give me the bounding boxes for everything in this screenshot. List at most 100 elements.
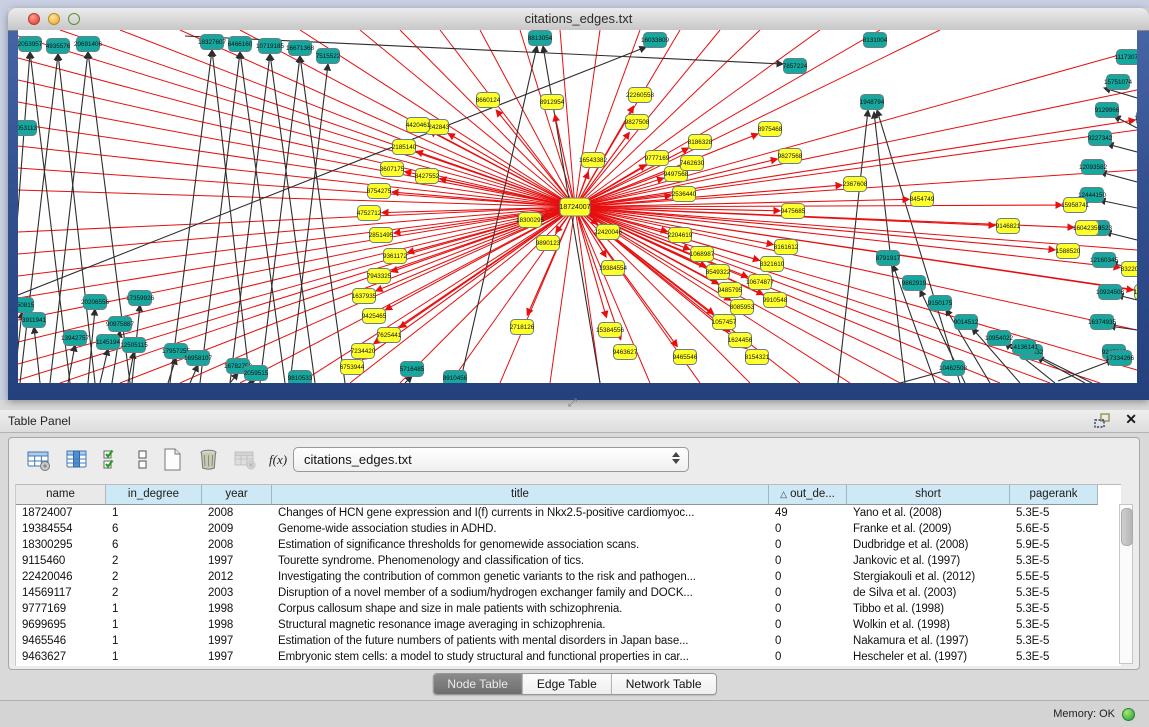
graph-node[interactable]: 1948794	[860, 95, 885, 110]
graph-node[interactable]: 9862919	[902, 276, 927, 291]
graph-node[interactable]: 18724007	[559, 198, 590, 216]
graph-node[interactable]: 8454749	[910, 192, 935, 207]
graph-node[interactable]: 8910456	[443, 371, 468, 384]
clear-selection-button[interactable]	[127, 444, 157, 474]
graph-node[interactable]: 19384554	[599, 261, 628, 276]
new-column-button[interactable]	[157, 444, 187, 474]
table-row[interactable]: 2242004622012Investigating the contribut…	[16, 569, 1121, 585]
delete-column-button[interactable]	[193, 444, 223, 474]
graph-node[interactable]: 1362628	[1134, 285, 1137, 300]
graph-node[interactable]: 9485795	[718, 283, 743, 298]
graph-node[interactable]: 18300295	[516, 213, 545, 228]
graph-node[interactable]: 9827568	[778, 149, 803, 164]
graph-node[interactable]: 8549322	[706, 265, 731, 280]
graph-node[interactable]: 6753944	[340, 360, 365, 375]
column-header-short[interactable]: short	[847, 485, 1010, 505]
graph-node[interactable]: 20206556	[81, 295, 110, 310]
graph-node[interactable]: 9361172	[383, 249, 408, 264]
graph-node[interactable]: 18327607	[198, 35, 227, 50]
tab-network-table[interactable]: Network Table	[612, 674, 716, 694]
graph-node[interactable]: 10924508	[1096, 285, 1125, 300]
graph-node[interactable]: 13942757	[61, 331, 90, 346]
table-row[interactable]: 946554611997Estimation of the future num…	[16, 633, 1121, 649]
tab-node-table[interactable]: Node Table	[433, 674, 523, 694]
column-header-in_degree[interactable]: in_degree	[106, 485, 202, 505]
graph-node[interactable]: 6466160	[228, 37, 253, 52]
graph-node[interactable]: 9890123	[536, 236, 561, 251]
graph-node[interactable]: 12505115	[120, 338, 148, 353]
graph-node[interactable]: 11325419	[1134, 111, 1137, 126]
graph-node[interactable]: 3911941	[22, 313, 47, 328]
graph-node[interactable]: 8813054	[528, 31, 553, 46]
graph-node[interactable]: 9910548	[763, 293, 788, 308]
graph-node[interactable]: 16958107	[184, 351, 213, 366]
graph-node[interactable]: 8085953	[730, 300, 755, 315]
table-scrollbar[interactable]	[1119, 504, 1133, 664]
graph-node[interactable]: 9465546	[673, 350, 698, 365]
graph-node[interactable]: 1624456	[728, 333, 753, 348]
graph-node[interactable]: 9827508	[625, 115, 650, 130]
graph-node[interactable]: 9146821	[996, 219, 1021, 234]
graph-node[interactable]: 1068987	[690, 247, 715, 262]
table-row[interactable]: 946362711997Embryonic stem cells: a mode…	[16, 649, 1121, 665]
table-row[interactable]: 977716911998Corpus callosum shape and si…	[16, 601, 1121, 617]
table-row[interactable]: 1830029562008Estimation of significance …	[16, 537, 1121, 553]
table-row[interactable]: 911546021997Tourette syndrome. Phenomeno…	[16, 553, 1121, 569]
graph-node[interactable]: 1145194	[96, 335, 121, 350]
table-row[interactable]: 969969511998Structural magnetic resonanc…	[16, 617, 1121, 633]
graph-node[interactable]: 14136141	[1010, 340, 1039, 355]
graph-node[interactable]: 11173074	[1114, 50, 1137, 65]
graph-node[interactable]: 1637935	[352, 289, 377, 304]
graph-node[interactable]: 7462630	[680, 156, 705, 171]
graph-node[interactable]: 8322037	[1121, 262, 1137, 277]
graph-node[interactable]: 4935576	[46, 39, 71, 54]
graph-node[interactable]: 10462508	[939, 361, 968, 376]
graph-node[interactable]: 12093582	[1079, 160, 1108, 175]
graph-node[interactable]: 17334266	[1106, 351, 1135, 366]
column-header-title[interactable]: title	[272, 485, 769, 505]
graph-node[interactable]: 2367608	[843, 177, 868, 192]
close-icon[interactable]: ✕	[1125, 411, 1137, 428]
graph-node[interactable]: 8754275	[367, 184, 392, 199]
graph-node[interactable]: 8161612	[774, 240, 799, 255]
show-columns-button[interactable]	[61, 444, 91, 474]
graph-node[interactable]: 9463627	[613, 345, 638, 360]
graph-node[interactable]: 22260558	[626, 88, 655, 103]
select-all-button[interactable]	[97, 444, 127, 474]
graph-node[interactable]: 8321610	[760, 257, 785, 272]
graph-node[interactable]: 2053113	[18, 121, 38, 136]
graph-node[interactable]: 10674877	[746, 275, 775, 290]
column-header-year[interactable]: year	[202, 485, 272, 505]
graph-node[interactable]: 20691406	[74, 37, 103, 52]
graph-node[interactable]: 9850815	[18, 298, 35, 313]
graph-node[interactable]: 9475685	[781, 204, 806, 219]
graph-node[interactable]: 1588520	[1056, 244, 1081, 259]
tab-edge-table[interactable]: Edge Table	[523, 674, 612, 694]
network-selector[interactable]: citations_edges.txt	[293, 447, 689, 472]
graph-node[interactable]: 1057457	[712, 315, 737, 330]
window-titlebar[interactable]: citations_edges.txt	[8, 8, 1149, 31]
graph-node[interactable]: 16042359	[1073, 221, 1102, 236]
graph-node[interactable]: 9014512	[954, 315, 979, 330]
graph-node[interactable]: 5716485	[400, 362, 425, 377]
graph-node[interactable]: 3607175	[380, 162, 405, 177]
graph-node[interactable]: 2718126	[510, 320, 535, 335]
graph-node[interactable]: 8186328	[688, 135, 713, 150]
graph-node[interactable]: 2851495	[369, 228, 394, 243]
graph-node[interactable]: 9810533	[288, 371, 313, 384]
graph-node[interactable]: 7943325	[367, 269, 392, 284]
graph-node[interactable]: 8660124	[476, 93, 501, 108]
graph-node[interactable]: 2204619	[668, 228, 693, 243]
table-row[interactable]: 1456911722003Disruption of a novel membe…	[16, 585, 1121, 601]
graph-node[interactable]: 8131004	[863, 33, 888, 48]
graph-node[interactable]: 10719185	[256, 39, 285, 54]
table-mode-button[interactable]	[23, 444, 53, 474]
panel-resize-handle[interactable]: ⤢	[568, 397, 577, 410]
graph-node[interactable]: 15384556	[596, 323, 625, 338]
column-header-pagerank[interactable]: pagerank	[1010, 485, 1098, 505]
graph-node[interactable]: 16543382	[579, 153, 608, 168]
graph-node[interactable]: 16033809	[641, 33, 670, 48]
table-row[interactable]: 1938455462009Genome-wide association stu…	[16, 521, 1121, 537]
graph-node[interactable]: 8427552	[415, 169, 440, 184]
graph-node[interactable]: 4752712	[357, 206, 382, 221]
